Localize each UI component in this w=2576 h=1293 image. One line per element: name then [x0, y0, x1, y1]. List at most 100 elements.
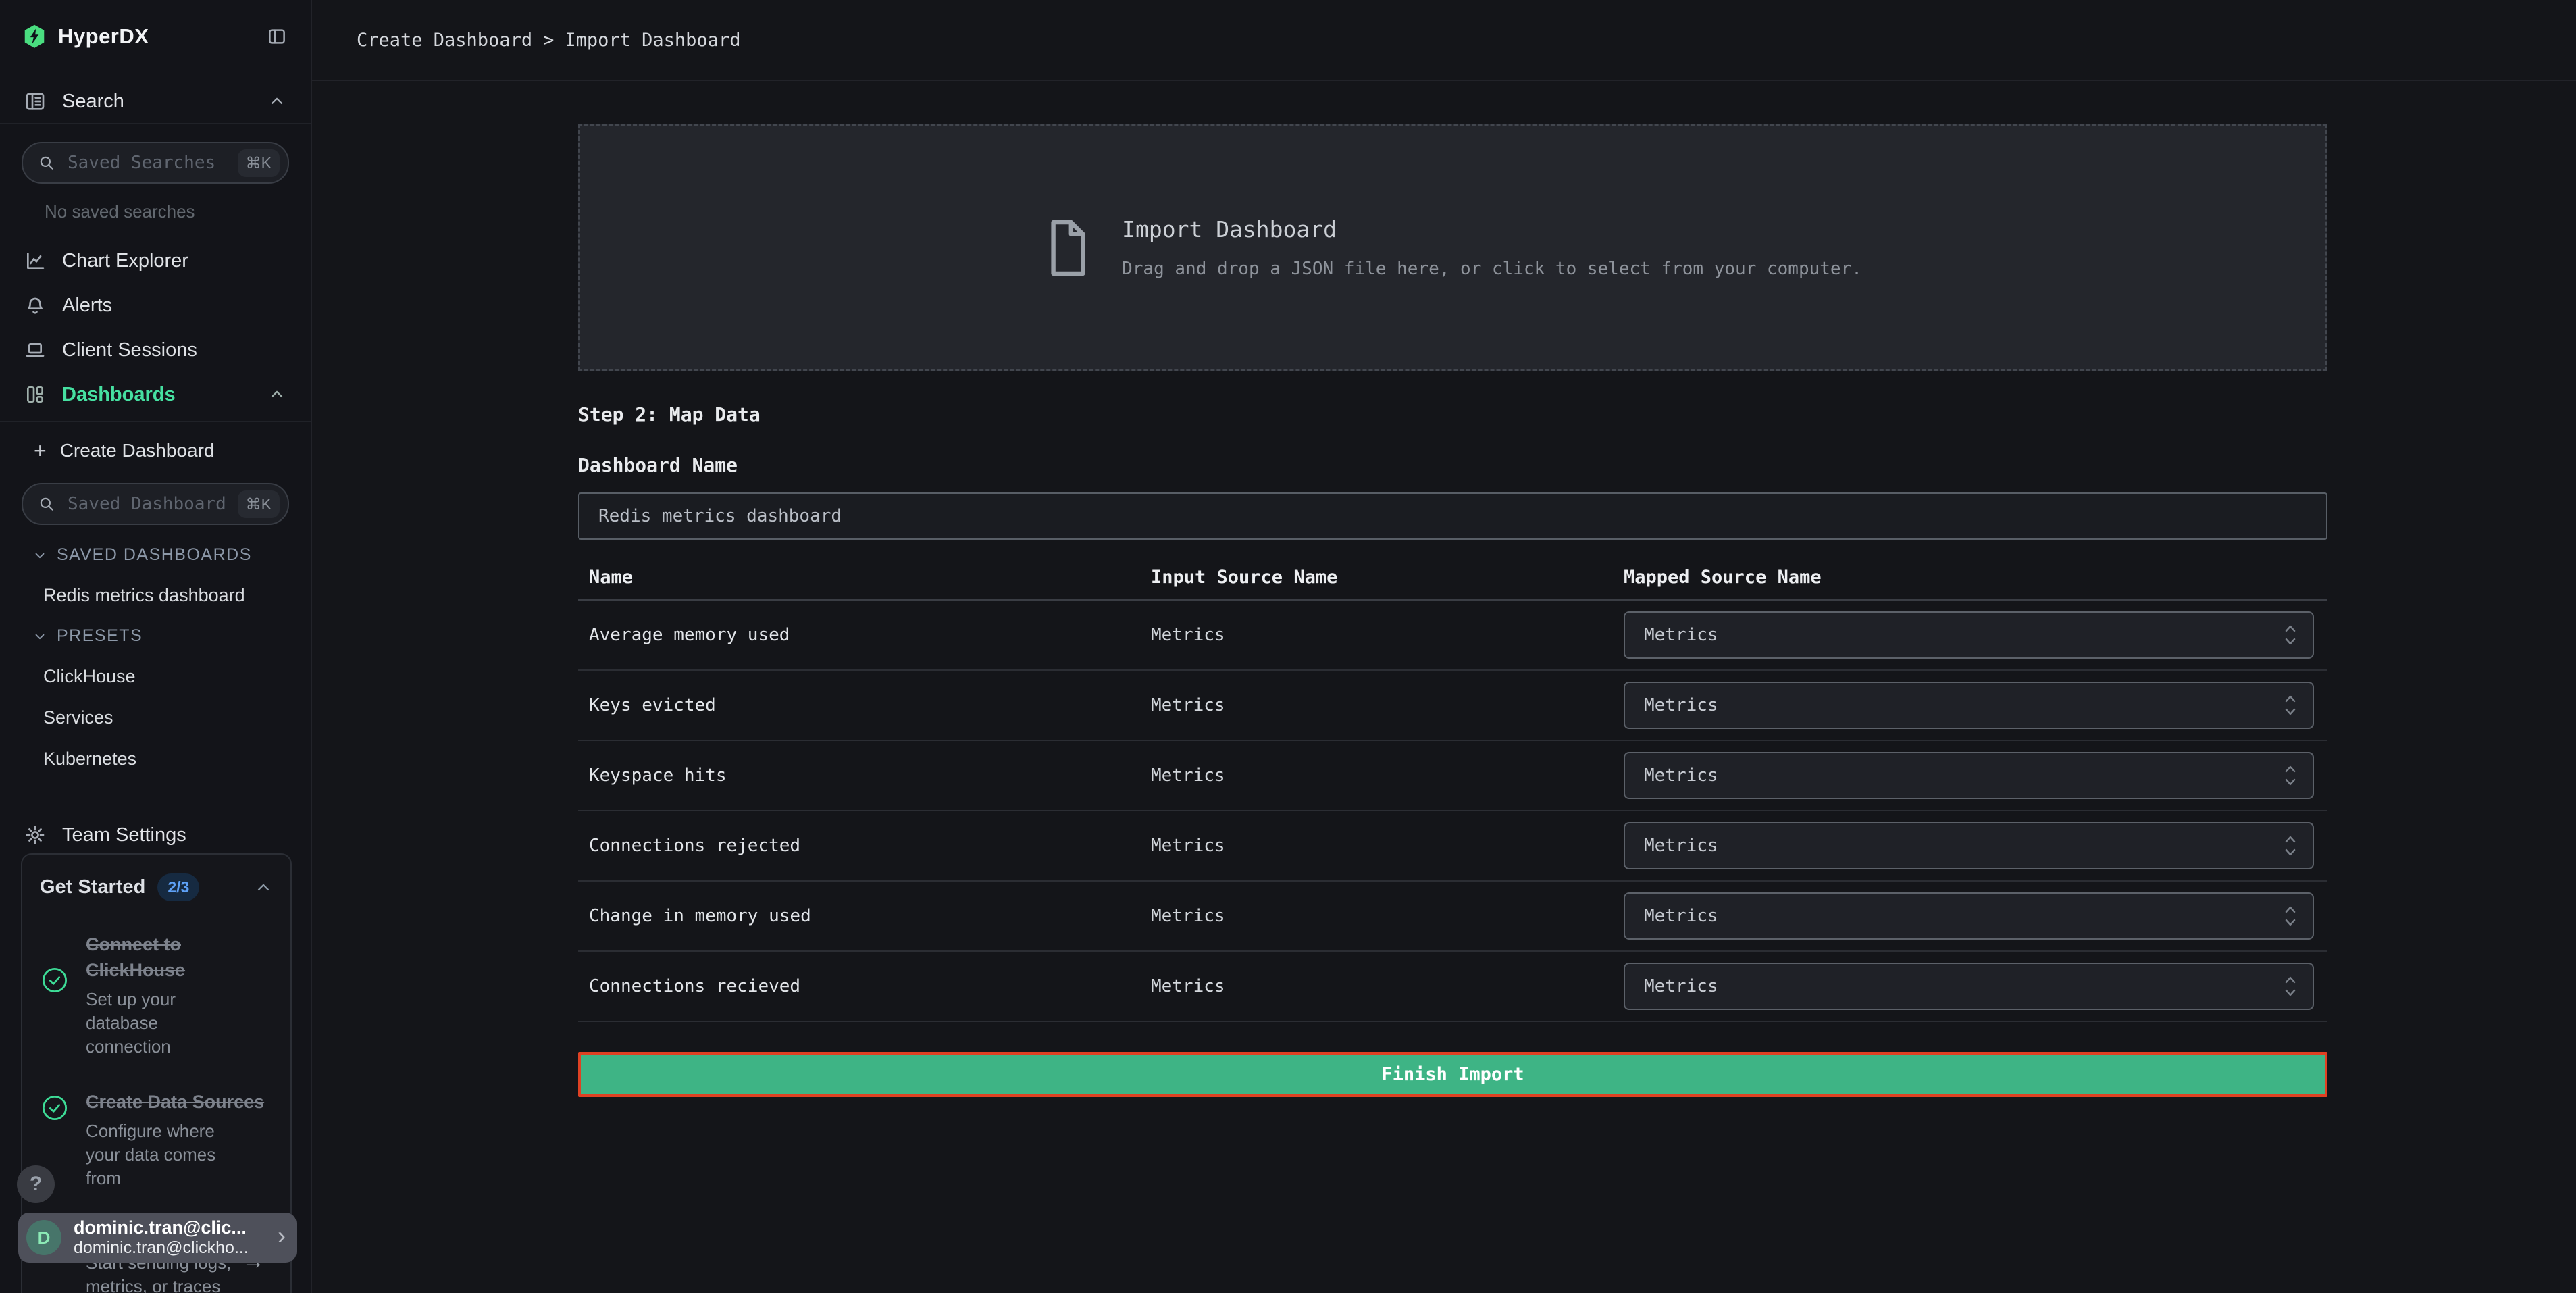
- sidebar-item-chart-explorer[interactable]: Chart Explorer: [0, 238, 311, 283]
- select-value: Metrics: [1644, 765, 1718, 786]
- input-source-cell: Metrics: [1151, 976, 1624, 996]
- file-icon: [1044, 217, 1091, 279]
- sidebar-item-search[interactable]: Search: [0, 80, 311, 123]
- progress-badge: 2/3: [157, 873, 199, 901]
- tile-name-cell: Keys evicted: [578, 695, 1151, 715]
- saved-dashboards-input-wrap[interactable]: ⌘K: [22, 483, 289, 525]
- help-button[interactable]: ?: [17, 1165, 55, 1203]
- mapped-source-cell: Metrics: [1624, 963, 2327, 1010]
- finish-import-button[interactable]: Finish Import: [578, 1052, 2327, 1097]
- select-chevrons-icon: [2283, 622, 2298, 648]
- chevron-right-icon: ›: [278, 1223, 286, 1252]
- mapped-source-select[interactable]: Metrics: [1624, 752, 2314, 799]
- input-source-cell: Metrics: [1151, 906, 1624, 926]
- mapped-source-cell: Metrics: [1624, 822, 2327, 869]
- select-value: Metrics: [1644, 836, 1718, 856]
- dashboard-name-label: Dashboard Name: [578, 454, 2327, 476]
- get-started-header[interactable]: Get Started 2/3: [40, 873, 273, 901]
- get-started-item-data-sources[interactable]: Create Data Sources Configure where your…: [40, 1090, 273, 1190]
- kbd-shortcut-badge: ⌘K: [238, 490, 280, 518]
- breadcrumb-import-dashboard: Import Dashboard: [565, 30, 740, 51]
- tile-name-cell: Change in memory used: [578, 906, 1151, 926]
- user-display-name: dominic.tran@clic...: [74, 1217, 265, 1238]
- hyperdx-logo-icon: [23, 24, 46, 49]
- presets-group-toggle[interactable]: PRESETS: [0, 606, 311, 646]
- select-value: Metrics: [1644, 695, 1718, 715]
- sidebar-item-preset-kubernetes[interactable]: Kubernetes: [0, 728, 311, 769]
- saved-dashboards-input[interactable]: [66, 493, 227, 515]
- search-subpanel: ⌘K No saved searches: [0, 123, 311, 238]
- sidebar-item-preset-clickhouse[interactable]: ClickHouse: [0, 646, 311, 687]
- sidebar-item-redis-dashboard[interactable]: Redis metrics dashboard: [0, 565, 311, 606]
- table-row: Keyspace hits Metrics Metrics: [578, 741, 2327, 811]
- panel-collapse-icon: [266, 26, 288, 47]
- get-started-title: Get Started: [40, 876, 145, 898]
- main-area: Create Dashboard > Import Dashboard Impo…: [312, 0, 2576, 1293]
- select-value: Metrics: [1644, 625, 1718, 645]
- sidebar-item-preset-services[interactable]: Services: [0, 687, 311, 728]
- get-started-item-connect[interactable]: Connect to ClickHouse Set up your databa…: [40, 932, 273, 1059]
- saved-dashboards-group-toggle[interactable]: SAVED DASHBOARDS: [0, 525, 311, 565]
- column-header-name: Name: [578, 567, 1151, 588]
- chevron-up-icon: [267, 92, 286, 111]
- search-label: Search: [62, 91, 124, 113]
- tile-name-cell: Connections rejected: [578, 836, 1151, 856]
- mapped-source-select[interactable]: Metrics: [1624, 611, 2314, 659]
- bell-icon: [24, 295, 46, 316]
- get-started-item-body: Connect to ClickHouse Set up your databa…: [86, 932, 273, 1059]
- saved-searches-input[interactable]: [66, 152, 227, 174]
- laptop-icon: [24, 339, 46, 361]
- app-title: HyperDX: [58, 24, 149, 49]
- select-chevrons-icon: [2283, 903, 2298, 929]
- mapped-source-cell: Metrics: [1624, 752, 2327, 799]
- user-email: dominic.tran@clickho...: [74, 1238, 265, 1258]
- search-icon: [38, 154, 55, 172]
- json-file-dropzone[interactable]: Import Dashboard Drag and drop a JSON fi…: [578, 124, 2327, 371]
- tile-name-cell: Average memory used: [578, 625, 1151, 645]
- mapping-table-header: Name Input Source Name Mapped Source Nam…: [578, 555, 2327, 601]
- nav-label: Client Sessions: [62, 339, 197, 361]
- create-dashboard-button[interactable]: + Create Dashboard: [0, 422, 311, 472]
- step-heading: Step 2: Map Data: [578, 403, 2327, 426]
- mapped-source-cell: Metrics: [1624, 892, 2327, 940]
- dropzone-text: Import Dashboard Drag and drop a JSON fi…: [1122, 216, 1862, 279]
- mapped-source-select[interactable]: Metrics: [1624, 822, 2314, 869]
- task-desc: Set up your database connection: [86, 988, 244, 1059]
- task-desc: Configure where your data comes from: [86, 1119, 244, 1190]
- nav-label: Chart Explorer: [62, 250, 188, 272]
- select-chevrons-icon: [2283, 692, 2298, 718]
- mapped-source-select[interactable]: Metrics: [1624, 892, 2314, 940]
- breadcrumb-create-dashboard[interactable]: Create Dashboard: [357, 30, 532, 51]
- sidebar-item-alerts[interactable]: Alerts: [0, 283, 311, 328]
- sidebar-item-team-settings[interactable]: Team Settings: [0, 813, 311, 857]
- team-settings-label: Team Settings: [62, 824, 186, 846]
- avatar: D: [26, 1220, 61, 1255]
- user-account-chip[interactable]: D dominic.tran@clic... dominic.tran@clic…: [18, 1213, 297, 1263]
- column-header-input-source: Input Source Name: [1151, 567, 1624, 588]
- nav-label: Dashboards: [62, 384, 176, 406]
- dashboard-name-input[interactable]: [578, 492, 2327, 540]
- input-source-cell: Metrics: [1151, 625, 1624, 645]
- input-source-cell: Metrics: [1151, 695, 1624, 715]
- task-title: Create Data Sources: [86, 1090, 273, 1115]
- no-saved-searches-text: No saved searches: [0, 184, 311, 238]
- select-value: Metrics: [1644, 906, 1718, 926]
- dropzone-title: Import Dashboard: [1122, 216, 1862, 243]
- chevron-up-icon: [267, 385, 286, 404]
- sidebar-item-client-sessions[interactable]: Client Sessions: [0, 328, 311, 372]
- mapped-source-select[interactable]: Metrics: [1624, 963, 2314, 1010]
- table-row: Average memory used Metrics Metrics: [578, 601, 2327, 671]
- sidebar-collapse-button[interactable]: [266, 26, 288, 47]
- select-chevrons-icon: [2283, 973, 2298, 999]
- table-row: Connections recieved Metrics Metrics: [578, 952, 2327, 1022]
- sidebar-item-dashboards[interactable]: Dashboards: [0, 372, 311, 417]
- table-row: Keys evicted Metrics Metrics: [578, 671, 2327, 741]
- saved-searches-input-wrap[interactable]: ⌘K: [22, 142, 289, 184]
- table-row: Connections rejected Metrics Metrics: [578, 811, 2327, 882]
- select-chevrons-icon: [2283, 763, 2298, 788]
- mapped-source-select[interactable]: Metrics: [1624, 682, 2314, 729]
- input-source-cell: Metrics: [1151, 836, 1624, 856]
- dropzone-subtitle: Drag and drop a JSON file here, or click…: [1122, 259, 1862, 279]
- check-circle-icon: [40, 932, 70, 1059]
- table-row: Change in memory used Metrics Metrics: [578, 882, 2327, 952]
